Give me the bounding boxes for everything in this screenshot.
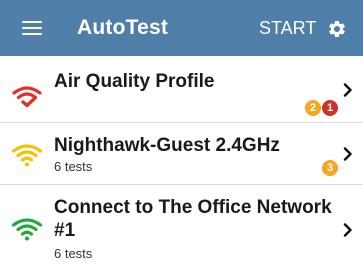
fail-count-badge: 1	[322, 100, 338, 116]
row-title-line-2: #1	[54, 220, 76, 241]
test-count-label: 6 tests	[54, 246, 93, 261]
chevron-right-icon	[343, 223, 352, 237]
app-title: AutoTest	[77, 16, 169, 39]
hamburger-menu-icon[interactable]	[22, 21, 42, 35]
list-item-nighthawk-guest[interactable]: Nighthawk-Guest 2.4GHz 6 tests 3	[0, 123, 363, 185]
row-title: Air Quality Profile	[54, 71, 215, 92]
wifi-yellow-icon	[11, 144, 43, 167]
row-title-line-1: Connect to The Office Network	[54, 197, 332, 218]
row-title: Nighthawk-Guest 2.4GHz	[54, 135, 280, 156]
start-button[interactable]: START	[259, 18, 316, 39]
wifi-green-icon	[11, 218, 43, 241]
list-item-air-quality-profile[interactable]: Air Quality Profile 2 1	[0, 56, 363, 123]
gear-icon[interactable]	[327, 19, 347, 39]
chevron-right-icon	[343, 83, 352, 97]
chevron-right-icon	[343, 147, 352, 161]
list-item-connect-office-network[interactable]: Connect to The Office Network #1 6 tests	[0, 185, 363, 273]
warning-count-badge: 2	[305, 100, 321, 116]
warning-count-badge: 3	[322, 160, 338, 176]
test-count-label: 6 tests	[54, 159, 93, 174]
app-bar: AutoTest START	[0, 0, 363, 56]
wifi-red-check-icon	[12, 86, 42, 108]
